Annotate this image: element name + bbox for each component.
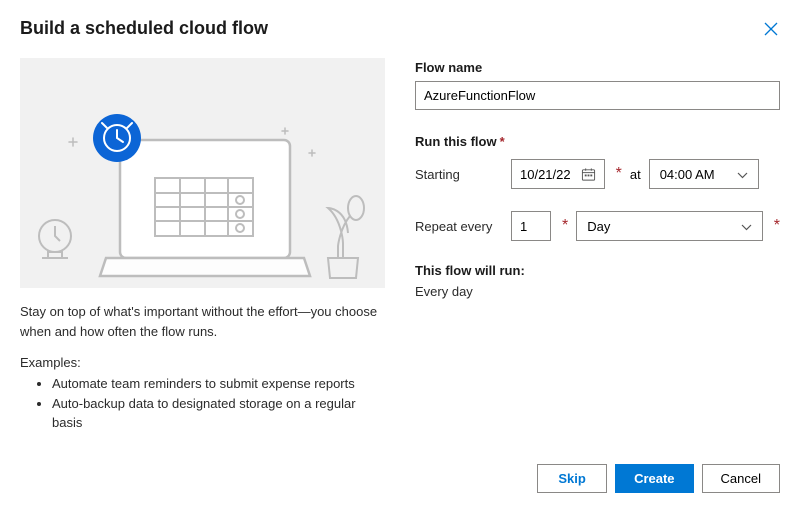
example-item: Automate team reminders to submit expens… [52,374,385,394]
required-asterisk: * [774,217,780,235]
example-item: Auto-backup data to designated storage o… [52,394,385,433]
repeat-unit-value: Day [587,219,610,234]
required-asterisk: * [562,217,568,235]
examples-label: Examples: [20,355,385,370]
flow-name-input[interactable] [415,81,780,110]
starting-time-select[interactable]: 04:00 AM [649,159,759,189]
skip-button[interactable]: Skip [537,464,607,493]
repeat-count-input[interactable] [511,211,551,241]
starting-time-value: 04:00 AM [660,167,715,182]
dialog-title: Build a scheduled cloud flow [20,18,268,39]
required-asterisk: * [616,165,622,183]
starting-date-picker[interactable]: 10/21/22 [511,159,605,189]
chevron-down-icon [737,167,748,182]
repeat-unit-select[interactable]: Day [576,211,763,241]
flow-description: Stay on top of what's important without … [20,302,385,341]
required-asterisk: * [500,134,505,149]
summary-label: This flow will run: [415,263,780,278]
calendar-icon [581,167,596,182]
flow-illustration [20,58,385,288]
cancel-button[interactable]: Cancel [702,464,780,493]
summary-value: Every day [415,284,780,299]
close-icon[interactable] [762,18,780,43]
starting-label: Starting [415,167,503,182]
chevron-down-icon [741,219,752,234]
at-label: at [630,167,641,182]
repeat-label: Repeat every [415,219,503,234]
starting-date-value: 10/21/22 [520,167,571,182]
flow-name-label: Flow name [415,60,780,75]
create-button[interactable]: Create [615,464,693,493]
run-section-label: Run this flow [415,134,497,149]
